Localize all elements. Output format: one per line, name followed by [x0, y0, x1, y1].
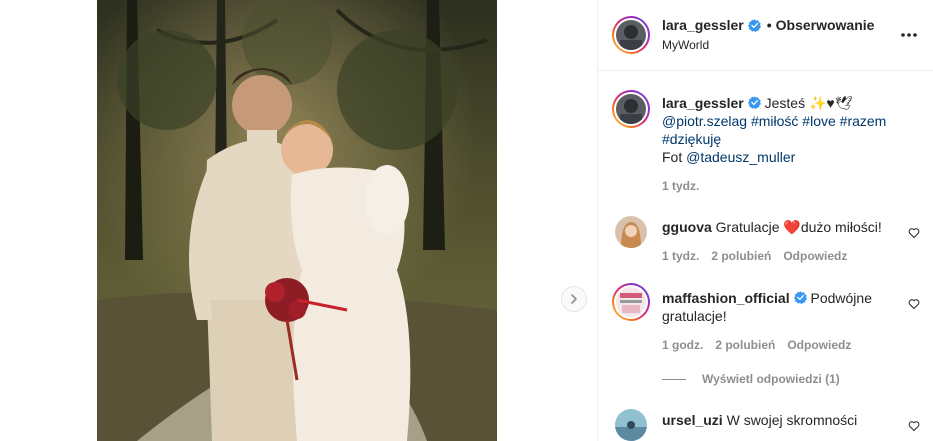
comment-body: dużo miłości! [800, 219, 882, 235]
author-line: lara_gessler • Obserwowanie [662, 17, 874, 33]
heart-emoji: ❤️ [783, 219, 801, 235]
comment-timestamp[interactable]: 1 tydz. [662, 249, 699, 263]
mention-link[interactable]: @piotr.szelag [662, 113, 747, 129]
comment-text: maffashion_official Podwójne gratulacje! [662, 289, 902, 325]
comment-meta: 1 tydz. 2 polubień Odpowiedz [662, 249, 847, 263]
heart-outline-icon[interactable] [908, 420, 920, 432]
comment-likes[interactable]: 2 polubień [711, 249, 771, 263]
verified-badge-icon [747, 18, 761, 32]
post-photo[interactable] [97, 0, 497, 441]
comment-likes[interactable]: 2 polubień [715, 338, 775, 352]
commenter-username[interactable]: gguova [662, 219, 712, 235]
heart-outline-icon[interactable] [908, 298, 920, 310]
hashtag-link[interactable]: #love [802, 113, 835, 129]
commenter-username[interactable]: maffashion_official [662, 290, 790, 306]
hashtag-link[interactable]: #miłość [751, 113, 798, 129]
next-photo-button[interactable] [561, 286, 587, 312]
separator-dot: • [766, 17, 772, 33]
heart-outline-icon[interactable] [908, 227, 920, 239]
commenter-username[interactable]: ursel_uzi [662, 412, 723, 428]
hashtag-link[interactable]: #dziękuję [662, 131, 721, 147]
replies-divider [662, 378, 686, 380]
comment-meta: 1 godz. 2 polubień Odpowiedz [662, 338, 851, 352]
more-options-icon[interactable] [898, 26, 920, 44]
caption-avatar[interactable] [612, 90, 650, 128]
caption-timestamp[interactable]: 1 tydz. [662, 179, 699, 193]
post-sidebar: lara_gessler • Obserwowanie MyWorld lara… [597, 0, 933, 441]
caption-username[interactable]: lara_gessler [662, 95, 744, 111]
comment-timestamp[interactable]: 1 godz. [662, 338, 703, 352]
post-header: lara_gessler • Obserwowanie MyWorld [598, 0, 933, 71]
verified-badge-icon [793, 291, 807, 304]
reply-button[interactable]: Odpowiedz [787, 338, 851, 352]
view-replies-label: Wyświetl odpowiedzi (1) [702, 372, 840, 386]
author-username[interactable]: lara_gessler [662, 17, 744, 33]
verified-badge-icon [747, 96, 761, 109]
commenter-avatar[interactable] [612, 283, 650, 321]
comment-text: gguova Gratulacje ❤️dużo miłości! [662, 218, 902, 236]
post-location[interactable]: MyWorld [662, 38, 709, 52]
comment-body: W swojej skromności [726, 412, 858, 428]
caption-text: lara_gessler Jesteś ✨♥🕊 @piotr.szelag #m… [662, 94, 912, 166]
commenter-avatar[interactable] [615, 216, 647, 248]
reply-button[interactable]: Odpowiedz [783, 249, 847, 263]
photo-credit-label: Fot [662, 149, 683, 165]
hashtag-link[interactable]: #razem [840, 113, 887, 129]
chevron-right-icon [571, 294, 577, 304]
view-replies-button[interactable]: Wyświetl odpowiedzi (1) [662, 372, 840, 386]
caption-body: Jesteś ✨♥🕊 [764, 95, 853, 111]
media-pane [0, 0, 597, 441]
commenter-avatar[interactable] [615, 409, 647, 441]
mention-link[interactable]: @tadeusz_muller [686, 149, 795, 165]
comment-text: ursel_uzi W swojej skromności [662, 411, 902, 429]
author-avatar[interactable] [612, 16, 650, 54]
following-button[interactable]: Obserwowanie [776, 17, 875, 33]
comment-body: Gratulacje [715, 219, 780, 235]
